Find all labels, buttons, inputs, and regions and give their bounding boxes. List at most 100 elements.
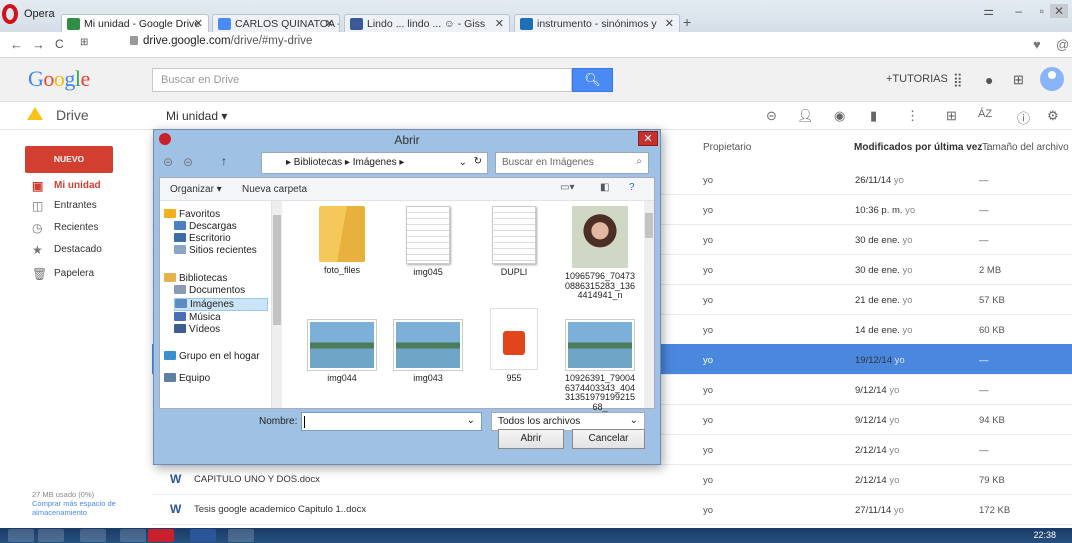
add-people-icon[interactable]: 👤︎ [797, 108, 814, 124]
tree-item[interactable]: Vídeos [174, 324, 220, 335]
chevron-down-icon[interactable]: ⌄ [467, 415, 475, 426]
file-item[interactable]: DUPLI [478, 206, 550, 278]
new-folder-button[interactable]: Nueva carpeta [242, 184, 307, 195]
path-breadcrumb[interactable]: ▸ Bibliotecas ▸ Imágenes ▸ ⌄ ↻ [261, 152, 488, 174]
tree-item[interactable]: Imágenes [174, 298, 268, 311]
drive-label[interactable]: Drive [56, 107, 89, 123]
view-options-icon[interactable]: ▭▾ [560, 182, 574, 193]
preview-icon[interactable]: ◉ [834, 108, 845, 124]
drive-search-input[interactable]: Buscar en Drive [152, 68, 572, 92]
tree-item[interactable]: Documentos [174, 285, 245, 296]
taskbar-item[interactable] [38, 529, 64, 542]
organize-menu[interactable]: Organizar ▾ [170, 184, 222, 195]
file-item[interactable]: 10965796_704730886315283_1364414941_n [564, 206, 636, 301]
file-item[interactable]: 955 [478, 308, 550, 384]
file-item[interactable]: img043 [392, 320, 464, 384]
url-field[interactable]: drive.google.com/drive/#my-drive [130, 35, 312, 47]
back-icon[interactable]: ← [10, 37, 23, 52]
close-tab-icon[interactable]: ✕ [194, 17, 203, 30]
tree-scrollbar[interactable] [272, 201, 282, 408]
file-item[interactable]: img045 [392, 206, 464, 278]
col-owner[interactable]: Propietario [703, 142, 751, 153]
tree-item[interactable]: Descargas [174, 221, 237, 232]
scroll-thumb[interactable] [645, 213, 653, 238]
taskbar-item[interactable] [228, 529, 254, 542]
google-logo[interactable]: Google [28, 66, 90, 92]
speed-dial-icon[interactable]: ⊞ [80, 37, 88, 48]
tutorias-link[interactable]: +TUTORIAS [886, 73, 948, 85]
close-tab-icon[interactable]: ✕ [665, 17, 674, 30]
dialog-close-button[interactable]: ✕ [638, 131, 658, 146]
file-item[interactable]: foto_files [306, 206, 378, 276]
tree-item[interactable]: Equipo [164, 373, 210, 384]
files-scrollbar[interactable] [644, 201, 654, 408]
apps-grid-icon[interactable]: ⣿ [953, 72, 963, 88]
close-window-button[interactable]: ✕ [1049, 4, 1068, 18]
help-icon[interactable]: ? [629, 182, 635, 193]
reload-icon[interactable]: C [55, 37, 64, 51]
start-button[interactable] [8, 529, 34, 542]
table-row[interactable]: W CAPITULO UNO Y DOS.docx yo 2/12/14 yo 79 K… [152, 464, 1072, 495]
sort-az-icon[interactable]: ÁZ [978, 108, 992, 120]
taskbar-word[interactable] [190, 529, 216, 542]
path-dropdown-icon[interactable]: ⌄ [459, 157, 467, 168]
location-dropdown[interactable]: Mi unidad ▾ [166, 109, 227, 123]
info-icon[interactable]: ⓘ [1017, 108, 1030, 127]
cancel-button[interactable]: Cancelar [572, 429, 645, 449]
table-row[interactable]: W Tesis google academico Capitulo 1..docx… [152, 494, 1072, 525]
browser-tab[interactable]: instrumento - sinónimos y ✕ [514, 14, 680, 32]
sidebar-item-papelera[interactable]: 🗑 Papelera [8, 264, 148, 284]
opera-menu-button[interactable]: Opera [2, 4, 55, 26]
forward-arrow-icon[interactable]: ⊝ [183, 155, 193, 169]
tree-item[interactable]: Sitios recientes [174, 245, 257, 256]
new-tab-button[interactable]: + [683, 14, 691, 30]
share-plus-icon[interactable]: ⊞ [1013, 72, 1024, 88]
browser-tab[interactable]: CARLOS QUINATOA - Doc✕ [212, 14, 340, 32]
sidebar-icon: ★ [32, 243, 43, 257]
close-tab-icon[interactable]: ✕ [495, 17, 504, 30]
sidebar-item-mi-unidad[interactable]: ▣ Mi unidad [8, 176, 148, 196]
taskbar-item[interactable] [80, 529, 106, 542]
tree-item[interactable]: Música [174, 312, 221, 323]
tree-item[interactable]: Bibliotecas [164, 273, 227, 284]
taskbar-item[interactable] [120, 529, 146, 542]
more-icon[interactable]: ⋮ [906, 108, 919, 124]
sidebar-item-entrantes[interactable]: ◫ Entrantes [8, 196, 148, 216]
grid-view-icon[interactable]: ⊞ [946, 108, 957, 124]
forward-icon[interactable]: → [32, 37, 45, 52]
tree-item[interactable]: Escritorio [174, 233, 231, 244]
sidebar-item-destacado[interactable]: ★ Destacado [8, 240, 148, 260]
avatar[interactable] [1040, 67, 1064, 91]
maximize-button[interactable]: ▫ [1040, 4, 1044, 18]
minimize-button[interactable]: – [1015, 4, 1022, 18]
col-modified[interactable]: Modificados por última vez ↓ [854, 142, 990, 153]
browser-tab[interactable]: Mi unidad - Google Drive ✕ [61, 14, 209, 32]
link-icon[interactable]: ⊝ [766, 108, 777, 124]
refresh-icon[interactable]: ↻ [474, 156, 482, 167]
open-button[interactable]: Abrir [498, 429, 564, 449]
sidebar-item-recientes[interactable]: ◷ Recientes [8, 218, 148, 238]
stash-icon[interactable]: ⚌ [983, 4, 994, 18]
scroll-thumb[interactable] [273, 215, 281, 325]
notifications-icon[interactable]: ● [985, 72, 993, 88]
dialog-search-input[interactable]: Buscar en Imágenes ⌕ [495, 152, 649, 174]
col-size[interactable]: Tamaño del archivo [982, 142, 1069, 153]
extension-icon[interactable]: @ [1056, 37, 1069, 52]
new-button[interactable]: NUEVO [25, 146, 113, 173]
buy-storage-link[interactable]: Comprar más espacio de almacenamiento [32, 499, 152, 517]
close-tab-icon[interactable]: ✕ [325, 17, 334, 30]
taskbar-opera[interactable] [148, 529, 174, 542]
filename-input[interactable]: ⌄ [301, 412, 482, 431]
trash-icon[interactable]: ▮ [870, 108, 877, 124]
heart-icon[interactable]: ♥ [1033, 37, 1041, 52]
tree-item[interactable]: Grupo en el hogar [164, 351, 260, 362]
search-button[interactable]: 🔍︎ [572, 68, 613, 92]
file-item[interactable]: img044 [306, 320, 378, 384]
preview-pane-icon[interactable]: ◧ [600, 182, 609, 193]
browser-tab[interactable]: Lindo ... lindo ... ☺ - Giss ✕ [344, 14, 510, 32]
up-arrow-icon[interactable]: ↑ [221, 154, 227, 168]
settings-gear-icon[interactable]: ⚙ [1047, 108, 1059, 124]
tree-item[interactable]: Favoritos [164, 209, 220, 220]
file-item[interactable]: 10926391_790046374403343_404313519791992… [564, 320, 636, 412]
back-arrow-icon[interactable]: ⊝ [163, 155, 173, 169]
